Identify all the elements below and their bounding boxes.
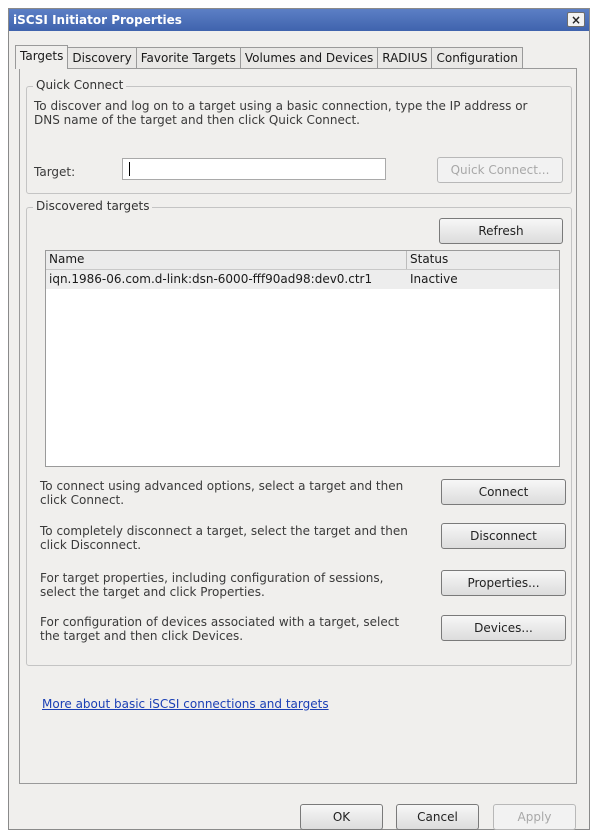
targets-list-header: Name Status — [46, 251, 559, 270]
properties-help-text: For target properties, including configu… — [40, 571, 384, 599]
disconnect-help-text: To completely disconnect a target, selec… — [40, 524, 408, 552]
target-input[interactable] — [122, 158, 386, 180]
targets-list[interactable]: Name Status iqn.1986-06.com.d-link:dsn-6… — [45, 250, 560, 467]
column-name[interactable]: Name — [46, 251, 406, 269]
window-title: iSCSI Initiator Properties — [13, 13, 182, 27]
text-caret — [129, 162, 130, 176]
close-icon: × — [570, 13, 582, 27]
iscsi-properties-window: iSCSI Initiator Properties × Targets Dis… — [8, 8, 590, 830]
help-link[interactable]: More about basic iSCSI connections and t… — [42, 697, 329, 711]
discovered-targets-label: Discovered targets — [33, 199, 153, 213]
properties-button[interactable]: Properties... — [441, 570, 566, 596]
refresh-button[interactable]: Refresh — [439, 218, 563, 244]
table-row[interactable]: iqn.1986-06.com.d-link:dsn-6000-fff90ad9… — [46, 270, 559, 289]
quick-connect-label: Quick Connect — [33, 78, 127, 92]
tab-configuration[interactable]: Configuration — [431, 47, 523, 68]
target-status-cell: Inactive — [410, 272, 458, 286]
connect-help-text: To connect using advanced options, selec… — [40, 479, 404, 507]
target-name-cell: iqn.1986-06.com.d-link:dsn-6000-fff90ad9… — [49, 272, 373, 286]
ok-button[interactable]: OK — [300, 804, 383, 830]
devices-button[interactable]: Devices... — [441, 615, 566, 641]
tab-radius[interactable]: RADIUS — [377, 47, 433, 68]
tab-favorite-targets[interactable]: Favorite Targets — [135, 47, 241, 68]
column-status[interactable]: Status — [407, 251, 557, 269]
tab-discovery[interactable]: Discovery — [67, 47, 137, 68]
apply-button[interactable]: Apply — [493, 804, 576, 830]
devices-help-text: For configuration of devices associated … — [40, 615, 400, 643]
quick-connect-description: To discover and log on to a target using… — [34, 99, 528, 127]
cancel-button[interactable]: Cancel — [396, 804, 479, 830]
targets-tab-panel: Quick Connect To discover and log on to … — [19, 68, 577, 784]
disconnect-button[interactable]: Disconnect — [441, 523, 566, 549]
close-button[interactable]: × — [567, 12, 585, 27]
tab-volumes-and-devices[interactable]: Volumes and Devices — [239, 47, 379, 68]
tab-targets[interactable]: Targets — [15, 45, 69, 69]
quick-connect-button[interactable]: Quick Connect... — [437, 157, 563, 183]
connect-button[interactable]: Connect — [441, 479, 566, 505]
tab-strip: Targets Discovery Favorite Targets Volum… — [15, 45, 523, 69]
target-label: Target: — [34, 165, 76, 179]
title-bar: iSCSI Initiator Properties × — [9, 9, 589, 31]
